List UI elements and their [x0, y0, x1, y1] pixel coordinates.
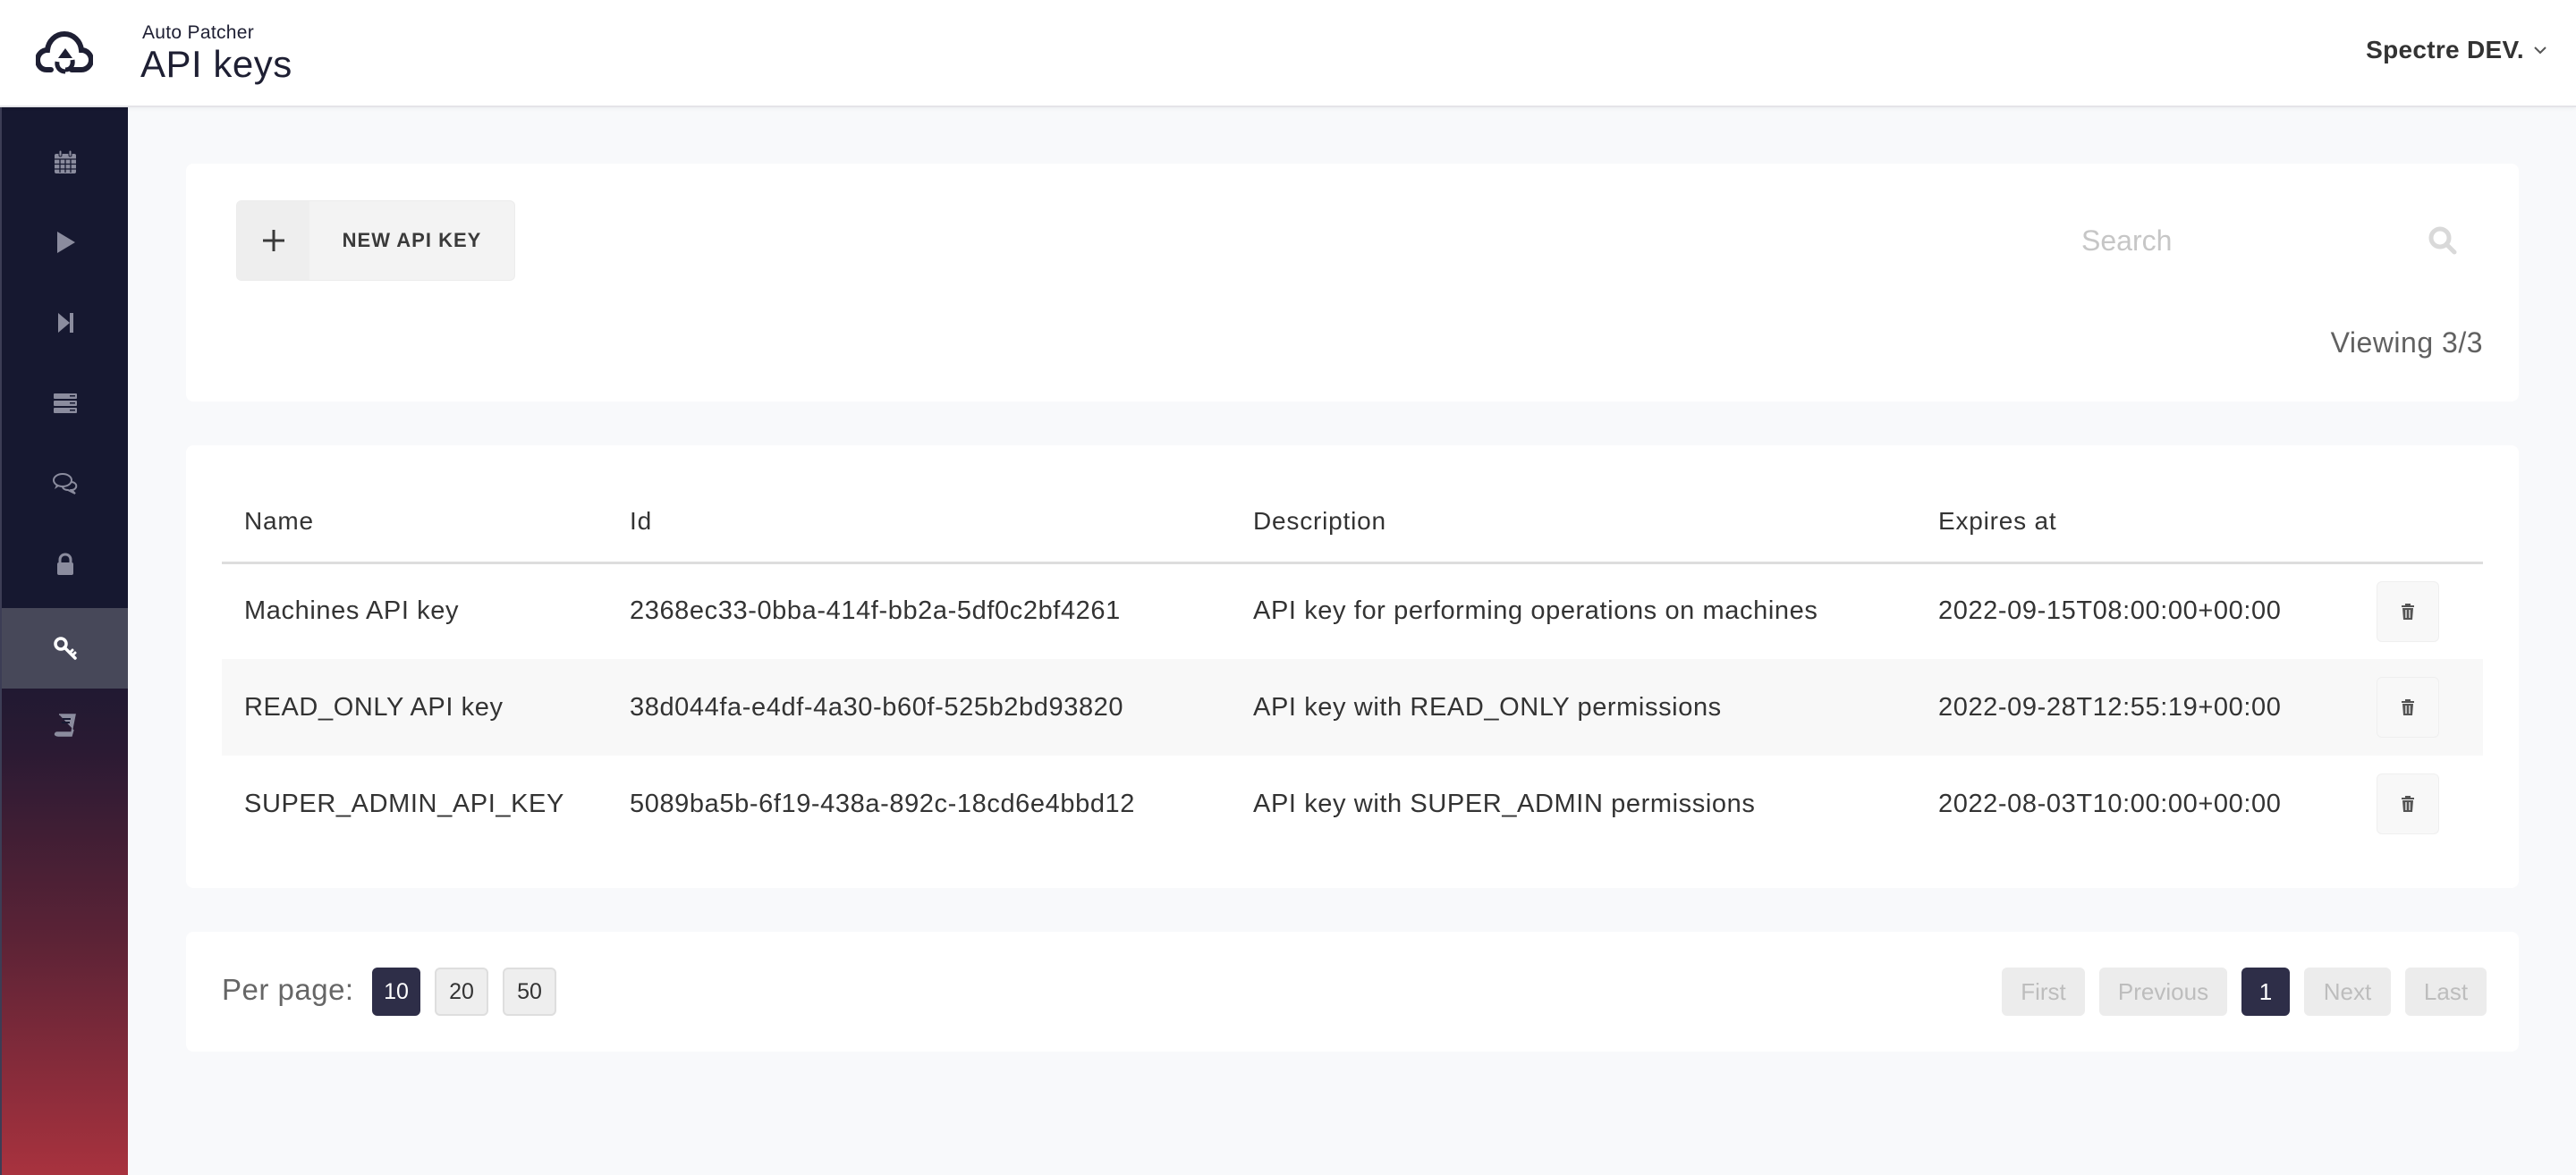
sidebar-item-run[interactable] [2, 202, 128, 283]
plus-icon [237, 201, 309, 280]
cell-expires-at: 2022-09-15T08:00:00+00:00 [1938, 596, 2282, 626]
cell-name: SUPER_ADMIN_API_KEY [244, 789, 564, 818]
cell-id: 5089ba5b-6f19-438a-892c-18cd6e4bbd12 [630, 789, 1136, 818]
column-header-description[interactable]: Description [1231, 481, 1916, 564]
server-icon [53, 393, 77, 413]
sidebar-item-security[interactable] [2, 524, 128, 604]
table-row[interactable]: READ_ONLY API key 38d044fa-e4df-4a30-b60… [222, 659, 2483, 756]
sidebar-item-messages[interactable] [2, 444, 128, 524]
cell-expires-at: 2022-09-28T12:55:19+00:00 [1916, 659, 2377, 756]
per-page-option-10[interactable]: 10 [372, 968, 420, 1016]
pagination-card: Per page: 10 20 50 First Previous 1 Next… [186, 932, 2519, 1052]
first-page-button[interactable]: First [2002, 968, 2085, 1016]
page-1-button[interactable]: 1 [2241, 968, 2290, 1016]
lock-icon [56, 553, 73, 575]
calendar-icon [54, 149, 76, 173]
cell-actions [2377, 659, 2483, 756]
sidebar [0, 107, 128, 1175]
org-switcher-dropdown[interactable]: Spectre DEV. [2366, 36, 2547, 64]
cell-description: API key with READ_ONLY permissions [1231, 659, 1916, 756]
delete-button[interactable] [2377, 677, 2439, 738]
sidebar-item-schedules[interactable] [2, 122, 128, 202]
app-name: Auto Patcher [142, 22, 255, 43]
new-api-key-label: NEW API KEY [342, 229, 482, 251]
new-api-key-button[interactable]: NEW API KEY [236, 200, 515, 281]
column-header-actions [2377, 481, 2483, 564]
toolbar-card: NEW API KEY Viewing 3/3 [186, 164, 2519, 402]
trash-icon [2402, 603, 2414, 620]
book-icon [54, 714, 76, 737]
column-header-id[interactable]: Id [607, 481, 1231, 564]
table-row[interactable]: Machines API key 2368ec33-0bba-414f-bb2a… [222, 562, 2483, 659]
page-title: API keys [140, 43, 292, 85]
cloud-upload-icon[interactable] [36, 30, 93, 75]
sidebar-item-machines[interactable] [2, 363, 128, 444]
trash-icon [2402, 796, 2414, 812]
per-page-option-50[interactable]: 50 [503, 968, 556, 1016]
viewing-count: Viewing 3/3 [2330, 326, 2483, 359]
cell-name: Machines API key [244, 596, 460, 626]
sidebar-item-api-keys[interactable] [2, 608, 128, 689]
table-row[interactable]: SUPER_ADMIN_API_KEY 5089ba5b-6f19-438a-8… [222, 756, 2483, 852]
previous-page-button[interactable]: Previous [2099, 968, 2227, 1016]
cell-name: READ_ONLY API key [222, 659, 607, 756]
cell-actions [2377, 562, 2483, 659]
column-header-expires-at[interactable]: Expires at [1916, 481, 2377, 564]
key-icon [53, 637, 77, 660]
per-page-label: Per page: [222, 973, 354, 1006]
sidebar-item-docs[interactable] [2, 685, 128, 765]
next-page-button[interactable]: Next [2304, 968, 2391, 1016]
delete-button[interactable] [2377, 580, 2439, 642]
cell-description: API key for performing operations on mac… [1253, 596, 1818, 626]
per-page-option-20[interactable]: 20 [435, 968, 488, 1016]
comments-icon [52, 473, 77, 495]
api-keys-table-card: Name Id Description Expires at Machines … [186, 445, 2519, 888]
sidebar-item-step[interactable] [2, 283, 128, 363]
search-input[interactable] [2081, 216, 2457, 266]
org-name: Spectre DEV. [2366, 36, 2524, 63]
cell-actions [2377, 756, 2483, 852]
top-header: Auto Patcher API keys Spectre DEV. [0, 0, 2576, 107]
chevron-down-icon [2534, 46, 2546, 55]
cell-id: 38d044fa-e4df-4a30-b60f-525b2bd93820 [607, 659, 1231, 756]
column-header-name[interactable]: Name [222, 481, 607, 564]
step-forward-icon [57, 313, 73, 333]
search-icon[interactable] [2428, 225, 2458, 256]
cell-expires-at: 2022-08-03T10:00:00+00:00 [1938, 789, 2282, 818]
trash-icon [2402, 699, 2414, 715]
delete-button[interactable] [2377, 773, 2439, 834]
last-page-button[interactable]: Last [2405, 968, 2487, 1016]
cell-description: API key with SUPER_ADMIN permissions [1253, 789, 1756, 818]
api-keys-table: Name Id Description Expires at Machines … [222, 481, 2483, 852]
play-icon [56, 232, 75, 253]
table-header-row: Name Id Description Expires at [222, 481, 2483, 564]
cell-id: 2368ec33-0bba-414f-bb2a-5df0c2bf4261 [630, 596, 1121, 626]
